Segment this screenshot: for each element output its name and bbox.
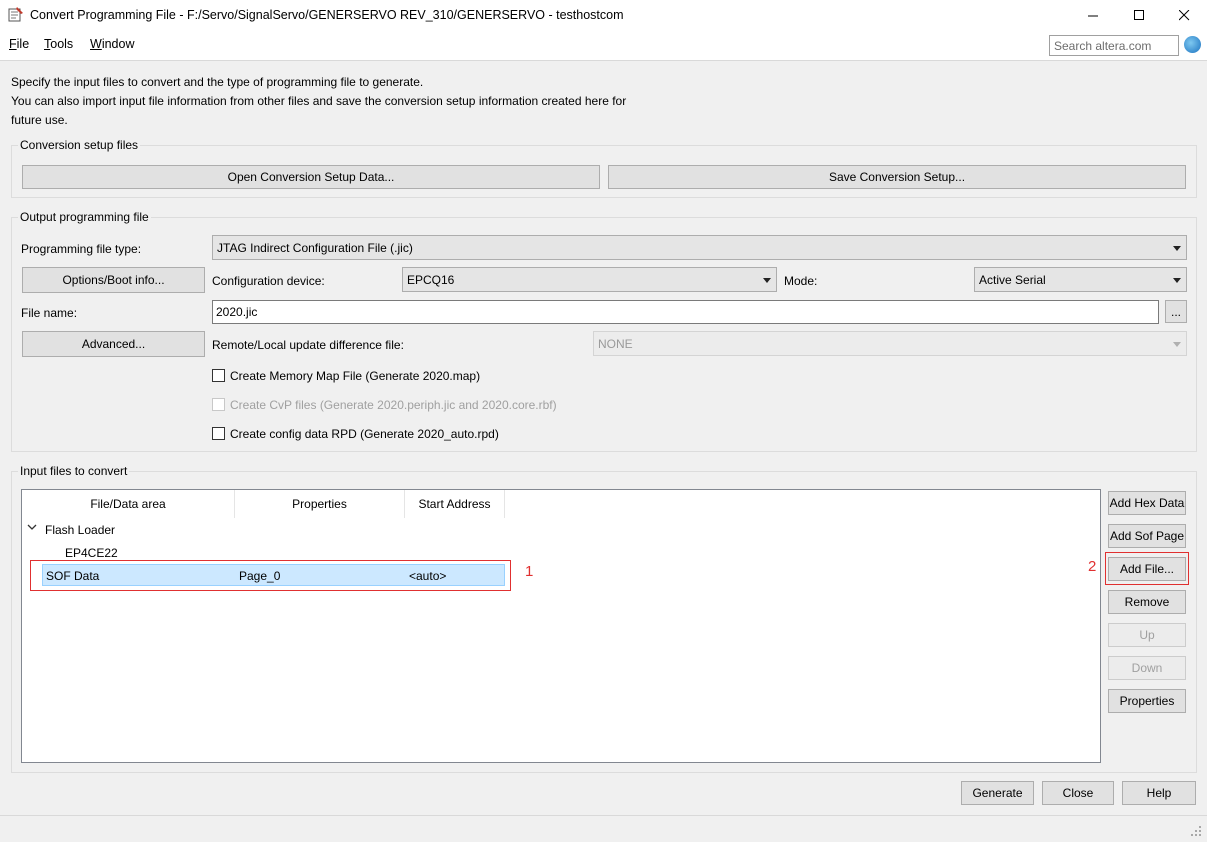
- app-icon: [8, 7, 23, 22]
- cvp-files-label: Create CvP files (Generate 2020.periph.j…: [230, 398, 557, 412]
- browse-file-button[interactable]: ...: [1165, 300, 1187, 323]
- programming-file-type-value: JTAG Indirect Configuration File (.jic): [217, 240, 413, 255]
- status-bar: [0, 815, 1207, 842]
- menu-file-label: ile: [16, 37, 30, 51]
- configuration-device-label: Configuration device:: [212, 274, 325, 288]
- chevron-down-icon[interactable]: [27, 524, 37, 532]
- open-conversion-setup-button[interactable]: Open Conversion Setup Data...: [22, 165, 600, 189]
- remote-update-select[interactable]: NONE: [593, 331, 1187, 356]
- configuration-device-select[interactable]: EPCQ16: [402, 267, 777, 292]
- menu-bar: File Tools Window: [0, 31, 1207, 60]
- mode-label: Mode:: [784, 274, 818, 288]
- menu-file-mnemonic: F: [9, 37, 17, 51]
- chevron-down-icon: [763, 277, 771, 283]
- config-rpd-checkbox[interactable]: [212, 427, 225, 440]
- intro-line-1: Specify the input files to convert and t…: [11, 75, 424, 89]
- mode-select[interactable]: Active Serial: [974, 267, 1187, 292]
- menu-window-label: indow: [101, 37, 135, 51]
- close-icon: [1178, 10, 1189, 21]
- memory-map-label: Create Memory Map File (Generate 2020.ma…: [230, 369, 481, 383]
- close-button[interactable]: Close: [1042, 781, 1114, 805]
- programming-file-type-label: Programming file type:: [21, 242, 142, 256]
- menu-tools-label: ools: [50, 37, 74, 51]
- generate-button[interactable]: Generate: [961, 781, 1034, 805]
- minimize-icon: [1087, 15, 1098, 17]
- maximize-button[interactable]: [1116, 0, 1162, 31]
- minimize-button[interactable]: [1070, 0, 1116, 31]
- cvp-files-checkbox[interactable]: [212, 398, 225, 411]
- chevron-down-icon: [1173, 245, 1181, 251]
- flash-loader-node[interactable]: Flash Loader: [45, 523, 115, 537]
- chevron-down-icon: [1173, 341, 1181, 347]
- file-name-label: File name:: [21, 306, 78, 320]
- up-button[interactable]: Up: [1108, 623, 1186, 647]
- menu-file[interactable]: File: [9, 37, 29, 51]
- menu-tools[interactable]: Tools: [44, 37, 73, 51]
- intro-line-3: future use.: [11, 113, 68, 127]
- menu-window[interactable]: Window: [90, 37, 134, 51]
- down-button[interactable]: Down: [1108, 656, 1186, 680]
- input-files-tree[interactable]: File/Data area Properties Start Address …: [21, 489, 1101, 763]
- annotation-box-1: [30, 560, 511, 591]
- options-boot-info-button[interactable]: Options/Boot info...: [22, 267, 205, 293]
- column-header-properties[interactable]: Properties: [235, 490, 405, 518]
- device-node[interactable]: EP4CE22: [65, 546, 118, 560]
- maximize-icon: [1133, 10, 1144, 20]
- title-bar: Convert Programming File - F:/Servo/Sign…: [0, 0, 1207, 31]
- resize-grip-icon[interactable]: [1190, 825, 1202, 837]
- save-conversion-setup-button[interactable]: Save Conversion Setup...: [608, 165, 1186, 189]
- help-button[interactable]: Help: [1122, 781, 1196, 805]
- intro-line-2: You can also import input file informati…: [11, 94, 627, 108]
- chevron-down-icon: [1173, 277, 1181, 283]
- programming-file-type-select[interactable]: JTAG Indirect Configuration File (.jic): [212, 235, 1187, 260]
- window-title: Convert Programming File - F:/Servo/Sign…: [30, 8, 624, 22]
- mode-value: Active Serial: [979, 272, 1046, 287]
- menu-divider: [0, 60, 1207, 61]
- add-file-button[interactable]: Add File...: [1108, 557, 1186, 581]
- remove-button[interactable]: Remove: [1108, 590, 1186, 614]
- file-name-input[interactable]: 2020.jic: [212, 300, 1159, 324]
- menu-window-mnemonic: W: [90, 37, 102, 51]
- column-header-start-address[interactable]: Start Address: [405, 490, 505, 518]
- input-files-title: Input files to convert: [18, 464, 130, 478]
- column-header-file[interactable]: File/Data area: [22, 490, 235, 518]
- annotation-number-2: 2: [1088, 558, 1097, 575]
- configuration-device-value: EPCQ16: [407, 272, 455, 287]
- search-input[interactable]: Search altera.com: [1049, 35, 1179, 56]
- properties-button[interactable]: Properties: [1108, 689, 1186, 713]
- globe-icon[interactable]: [1184, 36, 1201, 53]
- remote-update-value: NONE: [598, 336, 633, 351]
- advanced-button[interactable]: Advanced...: [22, 331, 205, 357]
- annotation-number-1: 1: [525, 563, 534, 580]
- add-hex-data-button[interactable]: Add Hex Data: [1108, 491, 1186, 515]
- close-window-button[interactable]: [1161, 0, 1207, 31]
- output-programming-title: Output programming file: [18, 210, 151, 224]
- add-sof-page-button[interactable]: Add Sof Page: [1108, 524, 1186, 548]
- conversion-setup-title: Conversion setup files: [18, 138, 141, 152]
- memory-map-checkbox[interactable]: [212, 369, 225, 382]
- config-rpd-label: Create config data RPD (Generate 2020_au…: [230, 427, 499, 441]
- remote-update-label: Remote/Local update difference file:: [212, 338, 404, 352]
